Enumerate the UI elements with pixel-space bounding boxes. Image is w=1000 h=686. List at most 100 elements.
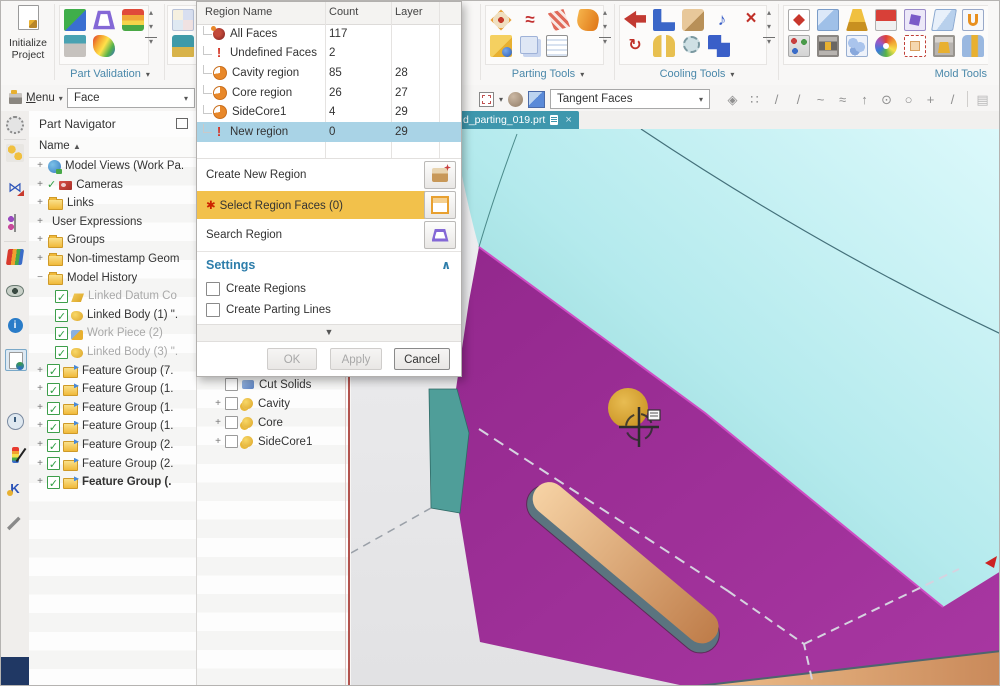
trim-box-icon[interactable] (788, 9, 810, 31)
expand-icon[interactable]: + (35, 157, 45, 176)
tree-item[interactable]: +Feature Group (1. (29, 380, 196, 399)
settings-gear-icon[interactable] (5, 115, 25, 135)
snap-slash-b-icon[interactable] (789, 90, 808, 109)
cooling-circuit-icon[interactable] (624, 35, 646, 57)
structure-linker-icon[interactable] (788, 35, 810, 57)
snap-star-icon[interactable] (723, 90, 742, 109)
group-label-mold-tools[interactable]: Mold Tools (781, 68, 1000, 80)
snap-slash-c-icon[interactable] (943, 90, 962, 109)
assembly-tree-item[interactable]: Cut Solids (197, 375, 348, 394)
touched-faces-icon[interactable] (64, 9, 86, 31)
channel-check-icon[interactable] (740, 9, 762, 31)
create-regions-checkbox[interactable] (206, 282, 220, 296)
mold-insert-icon[interactable] (64, 35, 86, 57)
region-row[interactable]: SideCore1429 (197, 102, 461, 122)
cascade-icon[interactable] (962, 9, 984, 31)
rainbow-model-icon[interactable] (93, 35, 115, 57)
pattern-check-icon[interactable] (172, 9, 194, 31)
deviation-k-icon[interactable] (5, 479, 25, 499)
cooling-standard-icon[interactable] (653, 9, 675, 31)
snap-point-on-curve-icon[interactable] (855, 90, 874, 109)
visual-palette-icon[interactable] (5, 445, 25, 465)
region-row[interactable]: Cavity region8528 (197, 63, 461, 83)
swap-model-icon[interactable] (490, 35, 512, 57)
initialize-project-button[interactable]: Initialize Project (3, 3, 53, 81)
select-region-faces-button[interactable] (424, 191, 456, 219)
library-books-icon[interactable] (5, 247, 25, 267)
group-label-cooling-tools[interactable]: Cooling Tools▾ (617, 68, 777, 80)
expand-icon[interactable]: + (213, 398, 223, 409)
type-filter-combo[interactable]: Face ▾ (67, 88, 195, 108)
tree-item[interactable]: +Feature Group (1. (29, 417, 196, 436)
gallery-scroll-buttons[interactable]: ▴▾▾ (763, 9, 775, 46)
tray-insert-icon[interactable] (933, 35, 955, 57)
region-row[interactable]: Core region2627 (197, 83, 461, 103)
assembly-clamp-icon[interactable] (5, 143, 25, 163)
checkbox-unchecked[interactable] (225, 378, 238, 391)
expand-icon[interactable]: + (35, 231, 45, 250)
tree-item[interactable]: +Feature Group (. (29, 473, 196, 492)
snap-face-a-icon[interactable] (973, 90, 992, 109)
dialog-collapse-strip[interactable]: ▼ (197, 324, 461, 342)
history-clock-icon[interactable] (5, 411, 25, 431)
ok-button[interactable]: OK (267, 348, 317, 370)
checkbox-checked[interactable] (55, 309, 68, 322)
select-region-faces-highlight[interactable]: ✱Select Region Faces (0) (197, 191, 425, 219)
color-palette-icon[interactable] (875, 35, 897, 57)
assembly-tree-item[interactable]: +Core (197, 413, 348, 432)
insert-block-icon[interactable] (817, 9, 839, 31)
checkbox-checked[interactable] (47, 364, 60, 377)
channel-route-icon[interactable] (708, 35, 730, 57)
apply-button[interactable]: Apply (330, 348, 382, 370)
notes-doc-icon[interactable] (5, 349, 27, 371)
collapse-section-icon[interactable]: ∧ (441, 258, 451, 272)
checkbox-unchecked[interactable] (225, 435, 238, 448)
cooling-fitting-icon[interactable] (682, 9, 704, 31)
checkbox-checked[interactable] (47, 457, 60, 470)
checkbox-unchecked[interactable] (225, 397, 238, 410)
create-new-region-button[interactable] (424, 161, 456, 189)
settings-section-header[interactable]: Settings ∧ (197, 252, 461, 278)
expand-icon[interactable]: + (35, 436, 45, 455)
gallery-scroll-buttons[interactable]: ▴▾▾ (599, 9, 611, 46)
cooling-library-icon[interactable] (683, 36, 700, 53)
utility-tools-icon[interactable] (5, 513, 25, 533)
create-parting-lines-checkbox-row[interactable]: Create Parting Lines (206, 300, 331, 320)
snap-center-point-icon[interactable] (877, 90, 896, 109)
col-layer[interactable]: Layer (395, 6, 423, 18)
tree-item[interactable]: Linked Datum Co (29, 287, 196, 306)
design-parting-face-icon[interactable] (490, 9, 512, 31)
cavity-block-icon[interactable] (875, 9, 897, 31)
parting-navigator-icon[interactable] (546, 35, 568, 57)
tree-item[interactable]: +Model Views (Work Pa. (29, 157, 196, 176)
expand-icon[interactable]: + (35, 455, 45, 474)
assembly-tree-item[interactable]: +Cavity (197, 394, 348, 413)
solid-body-filter-icon[interactable] (528, 91, 545, 108)
expand-icon[interactable]: + (35, 380, 45, 399)
expand-icon[interactable]: + (213, 417, 223, 428)
snap-curve-icon[interactable] (811, 90, 830, 109)
menu-button[interactable]: Menu ▾ (5, 88, 67, 108)
gallery-scroll-buttons[interactable]: ▴▾▾ (145, 9, 157, 46)
search-region-button[interactable] (424, 221, 456, 249)
cancel-button[interactable]: Cancel (394, 348, 450, 370)
expand-icon[interactable]: + (35, 213, 45, 232)
region-row[interactable]: Undefined Faces2 (197, 44, 461, 64)
create-parting-lines-checkbox[interactable] (206, 303, 220, 317)
wave-link-icon[interactable] (5, 213, 25, 233)
tree-item[interactable]: +Feature Group (2. (29, 455, 196, 474)
checkbox-checked[interactable] (47, 420, 60, 433)
tree-item[interactable]: +Groups (29, 231, 196, 250)
tree-item[interactable]: Work Piece (2) (29, 324, 196, 343)
guide-curves-icon[interactable] (519, 9, 541, 31)
patch-surface-icon[interactable] (548, 9, 570, 31)
expand-icon[interactable]: + (35, 417, 45, 436)
bend-sheet-icon[interactable] (931, 9, 957, 31)
tree-item[interactable]: +User Expressions (29, 213, 196, 232)
tree-item[interactable]: +Feature Group (1. (29, 399, 196, 418)
tree-item[interactable]: Linked Body (1) ". (29, 306, 196, 325)
expand-icon[interactable]: + (35, 473, 45, 492)
snap-slash-a-icon[interactable] (767, 90, 786, 109)
valve-check-icon[interactable] (5, 177, 25, 197)
expand-icon[interactable]: + (35, 362, 45, 381)
